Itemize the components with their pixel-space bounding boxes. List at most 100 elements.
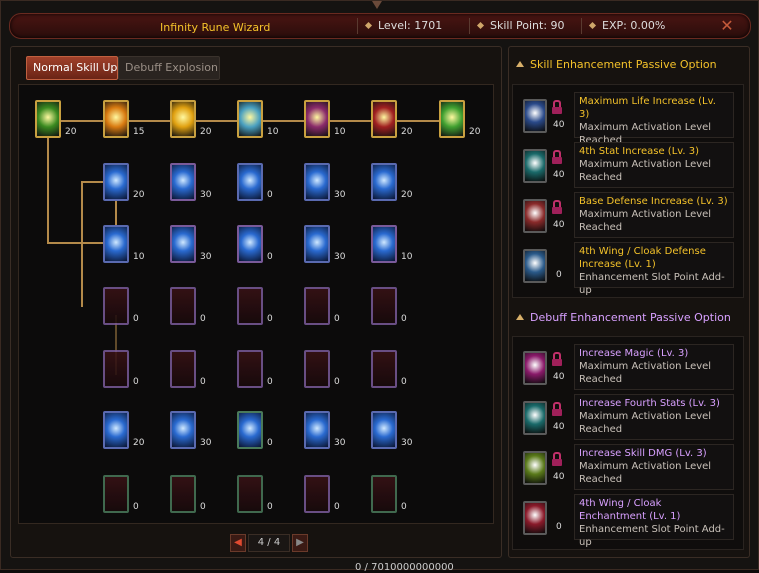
skill-slot[interactable] <box>103 411 129 449</box>
skill-slot[interactable] <box>103 225 129 263</box>
lock-body <box>552 359 562 366</box>
skill-slot[interactable] <box>237 475 263 513</box>
diamond-icon <box>588 21 597 30</box>
skill-slot[interactable] <box>304 475 330 513</box>
option-description: Maximum Activation Level Reached <box>579 209 712 233</box>
lock-body <box>552 459 562 466</box>
skill-level-label: 30 <box>334 438 346 448</box>
skill-level-label: 0 <box>334 314 340 324</box>
skill-level-label: 0 <box>334 377 340 387</box>
debuff-option-1[interactable]: 40 Increase Fourth Stats (Lv. 3) Maximum A… <box>520 394 736 440</box>
skill-slot[interactable] <box>170 411 196 449</box>
debuff-option-2[interactable]: 40 Increase Skill DMG (Lv. 3) Maximum Acti… <box>520 444 736 490</box>
skill-level-label: 0 <box>334 502 340 512</box>
option-count: 40 <box>553 472 565 482</box>
skill-level-label: 20 <box>65 127 77 137</box>
next-page-button[interactable]: ▶ <box>292 534 308 552</box>
option-count: 40 <box>553 422 565 432</box>
option-text-box: Base Defense Increase (Lv. 3) Maximum Act… <box>574 192 734 238</box>
skill-slot[interactable] <box>103 475 129 513</box>
skill-slot[interactable] <box>170 475 196 513</box>
skill-option-2[interactable]: 40 Base Defense Increase (Lv. 3) Maximum A… <box>520 192 736 238</box>
skill-slot[interactable] <box>371 350 397 388</box>
lock-body <box>552 409 562 416</box>
skill-slot[interactable] <box>304 225 330 263</box>
pager: ◀ 4 / 4 ▶ <box>230 534 308 552</box>
skill-slot[interactable] <box>103 163 129 201</box>
skill-level-label: 20 <box>469 127 481 137</box>
skill-slot[interactable] <box>237 163 263 201</box>
skill-level-label: 0 <box>267 502 273 512</box>
debuff-enhancement-header: Debuff Enhancement Passive Option <box>516 311 731 324</box>
window-title: Infinity Rune Wizard <box>160 21 271 34</box>
skill-slot[interactable] <box>103 350 129 388</box>
skill-slot[interactable] <box>304 411 330 449</box>
skill-slot[interactable] <box>371 163 397 201</box>
skill-slot[interactable] <box>371 287 397 325</box>
skill-level-label: 0 <box>200 502 206 512</box>
debuff-option-icon <box>523 401 547 435</box>
skill-level-label: 20 <box>401 190 413 200</box>
skill-slot[interactable] <box>170 100 196 138</box>
skill-option-1[interactable]: 40 4th Stat Increase (Lv. 3) Maximum Activ… <box>520 142 736 188</box>
option-text-box: 4th Wing / Cloak Enchantment (Lv. 1) Enha… <box>574 494 734 548</box>
prev-page-button[interactable]: ◀ <box>230 534 246 552</box>
option-text-box: Increase Skill DMG (Lv. 3) Maximum Activa… <box>574 444 734 490</box>
skill-level-label: 30 <box>200 252 212 262</box>
skill-slot[interactable] <box>304 287 330 325</box>
skill-slot[interactable] <box>237 287 263 325</box>
skill-level-label: 30 <box>334 190 346 200</box>
skill-grid: 20 15 20 10 10 20 20 20 30 0 30 20 10 30 0 30 10 0 0 0 0 0 0 0 0… <box>18 84 494 524</box>
skill-point-stat: Skill Point: 90 <box>469 18 565 34</box>
skill-slot[interactable] <box>170 287 196 325</box>
option-title: Maximum Life Increase (Lv. 3) <box>579 96 716 120</box>
skill-slot[interactable] <box>304 350 330 388</box>
skill-slot[interactable] <box>237 100 263 138</box>
tab-debuff-explosion[interactable]: Debuff Explosion <box>118 56 220 80</box>
skill-slot[interactable] <box>371 225 397 263</box>
option-title: Base Defense Increase (Lv. 3) <box>579 196 728 207</box>
skill-slot[interactable] <box>103 100 129 138</box>
skill-level-label: 10 <box>267 127 279 137</box>
connector-line <box>81 181 83 307</box>
skill-level-label: 10 <box>401 252 413 262</box>
option-description: Enhancement Slot Point Add-up <box>579 272 725 296</box>
skill-slot[interactable] <box>304 100 330 138</box>
skill-slot[interactable] <box>237 225 263 263</box>
skill-slot[interactable] <box>170 350 196 388</box>
footer-counter: 0 / 7010000000000 <box>355 562 454 573</box>
top-ornament <box>372 1 382 9</box>
debuff-option-0[interactable]: 40 Increase Magic (Lv. 3) Maximum Activati… <box>520 344 736 390</box>
skill-level-label: 0 <box>267 190 273 200</box>
option-description: Maximum Activation Level Reached <box>579 361 712 385</box>
skill-slot[interactable] <box>304 163 330 201</box>
skill-level-label: 10 <box>133 252 145 262</box>
skill-level-label: 20 <box>133 438 145 448</box>
skill-slot[interactable] <box>371 475 397 513</box>
skill-slot[interactable] <box>371 100 397 138</box>
skill-option-0[interactable]: 40 Maximum Life Increase (Lv. 3) Maximum A… <box>520 92 736 146</box>
skill-slot[interactable] <box>237 411 263 449</box>
skill-option-3[interactable]: 0 4th Wing / Cloak Defense Increase (Lv. … <box>520 242 736 296</box>
skill-level-label: 0 <box>133 377 139 387</box>
skill-slot[interactable] <box>170 163 196 201</box>
option-count: 0 <box>556 522 562 532</box>
skill-slot[interactable] <box>35 100 61 138</box>
skill-slot[interactable] <box>237 350 263 388</box>
skill-level-label: 0 <box>267 438 273 448</box>
skill-slot[interactable] <box>170 225 196 263</box>
connector-line <box>47 129 49 244</box>
tab-normal-skill-upgrade[interactable]: Normal Skill Upgr <box>26 56 118 80</box>
skill-slot[interactable] <box>103 287 129 325</box>
option-description: Maximum Activation Level Reached <box>579 159 712 183</box>
debuff-option-3[interactable]: 0 4th Wing / Cloak Enchantment (Lv. 1) Enh… <box>520 494 736 548</box>
skill-enhancement-header: Skill Enhancement Passive Option <box>516 58 717 71</box>
close-icon[interactable]: ✕ <box>719 18 735 34</box>
skill-level-label: 0 <box>267 252 273 262</box>
skill-level-label: 0 <box>200 377 206 387</box>
triangle-icon <box>516 314 524 320</box>
option-text-box: Maximum Life Increase (Lv. 3) Maximum Act… <box>574 92 734 146</box>
option-count: 40 <box>553 372 565 382</box>
skill-slot[interactable] <box>439 100 465 138</box>
skill-slot[interactable] <box>371 411 397 449</box>
